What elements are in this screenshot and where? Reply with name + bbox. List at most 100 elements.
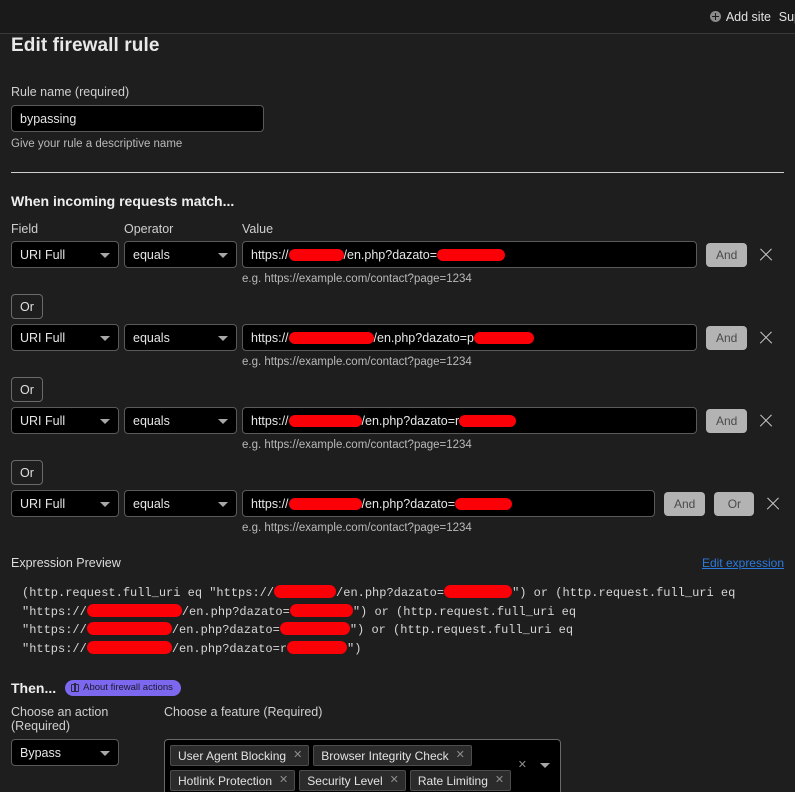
field-select[interactable]: URI Full	[11, 241, 119, 268]
expression-preview-header: Expression Preview Edit expression	[0, 556, 795, 570]
operator-select[interactable]: equals	[124, 490, 237, 517]
operator-select[interactable]: equals	[124, 407, 237, 434]
remove-condition-icon[interactable]	[765, 496, 781, 512]
value-middle: /en.php?dazato=p	[373, 330, 474, 345]
value-helper: e.g. https://example.com/contact?page=12…	[242, 273, 472, 285]
value-input[interactable]: https:// /en.php?dazato=p	[242, 324, 697, 351]
rule-name-helper: Give your rule a descriptive name	[11, 138, 183, 150]
feature-tag[interactable]: Rate Limiting ✕	[409, 770, 512, 791]
action-select[interactable]: Bypass	[11, 739, 119, 766]
operator-select-value: equals	[133, 247, 170, 262]
or-group-button[interactable]: Or	[11, 294, 43, 319]
expression-text: ")	[347, 641, 362, 656]
about-firewall-actions-label: About firewall actions	[83, 682, 173, 693]
value-input-row: https:// /en.php?dazato=r And	[242, 407, 774, 434]
redacted-param	[459, 414, 517, 427]
action-label: Choose an action (Required)	[11, 705, 109, 733]
feature-tag-list: User Agent Blocking ✕ Browser Integrity Ch…	[170, 745, 515, 791]
field-select[interactable]: URI Full	[11, 324, 119, 351]
clear-all-icon[interactable]: ✕	[518, 758, 527, 771]
field-select[interactable]: URI Full	[11, 490, 119, 517]
add-site-button[interactable]: Add site	[709, 10, 771, 24]
remove-tag-icon[interactable]: ✕	[279, 775, 288, 786]
support-label: Sup	[778, 9, 795, 24]
remove-condition-icon[interactable]	[758, 330, 774, 346]
and-button[interactable]: And	[664, 491, 706, 516]
and-button[interactable]: And	[706, 408, 748, 433]
field-select-value: URI Full	[20, 330, 66, 345]
expression-preview-text: (http.request.full_uri eq "https:// /en.p…	[0, 584, 795, 658]
or-group-button[interactable]: Or	[11, 377, 43, 402]
remove-condition-icon[interactable]	[758, 247, 774, 263]
condition-row: URI Full equals https:// /en.php?dazato= And…	[0, 490, 795, 534]
redacted-host	[288, 331, 374, 344]
value-middle: /en.php?dazato=	[343, 247, 438, 262]
then-field-labels: Choose an action (Required) Choose a fea…	[0, 705, 795, 733]
expression-text: "https://	[22, 604, 87, 619]
remove-condition-icon[interactable]	[758, 413, 774, 429]
value-input[interactable]: https:// /en.php?dazato=	[242, 490, 655, 517]
feature-tag-label: User Agent Blocking	[178, 748, 287, 763]
expression-line: "https:// /en.php?dazato= ") or (http.requ…	[22, 603, 795, 622]
expression-text: /en.php?dazato=r	[171, 641, 288, 656]
remove-tag-icon[interactable]: ✕	[495, 775, 504, 786]
feature-tag[interactable]: Browser Integrity Check ✕	[313, 745, 472, 766]
value-prefix: https://	[251, 496, 289, 511]
plus-circle-icon	[709, 11, 721, 22]
expression-text: /en.php?dazato=	[171, 623, 280, 637]
feature-tag[interactable]: User Agent Blocking ✕	[170, 745, 310, 766]
and-button[interactable]: And	[706, 242, 748, 267]
redacted-text	[279, 622, 350, 635]
redacted-text	[86, 622, 172, 635]
field-select[interactable]: URI Full	[11, 407, 119, 434]
expression-text: (http.request.full_uri eq "https://	[22, 586, 275, 600]
rule-name-section: Rule name (required) Give your rule a de…	[0, 85, 795, 150]
expression-text: ") or (http.request.full_uri eq	[349, 623, 574, 637]
feature-tag[interactable]: Hotlink Protection ✕	[170, 770, 296, 791]
feature-tag[interactable]: Security Level ✕	[299, 770, 406, 791]
action-select-value: Bypass	[20, 745, 61, 760]
redacted-text	[86, 640, 172, 654]
chevron-down-icon	[100, 335, 110, 341]
redacted-text	[289, 603, 353, 617]
condition-row: URI Full equals https:// /en.php?dazato= And…	[0, 241, 795, 285]
value-prefix: https://	[251, 413, 289, 428]
field-select-value: URI Full	[20, 413, 66, 428]
remove-tag-icon[interactable]: ✕	[456, 750, 465, 761]
feature-multiselect[interactable]: User Agent Blocking ✕ Browser Integrity Ch…	[164, 739, 561, 792]
remove-tag-icon[interactable]: ✕	[390, 775, 399, 786]
operator-select[interactable]: equals	[124, 324, 237, 351]
condition-row: URI Full equals https:// /en.php?dazato=r An…	[0, 407, 795, 451]
redacted-text	[86, 603, 182, 617]
rule-name-input[interactable]	[11, 105, 264, 132]
edit-expression-link[interactable]: Edit expression	[702, 556, 784, 570]
expression-text: "https://	[22, 623, 87, 637]
expression-preview-title: Expression Preview	[11, 556, 121, 570]
operator-select[interactable]: equals	[124, 241, 237, 268]
feature-tag-label: Rate Limiting	[417, 773, 488, 788]
expression-text: "https://	[22, 641, 87, 656]
and-button[interactable]: And	[706, 325, 748, 350]
about-firewall-actions-badge[interactable]: About firewall actions	[65, 680, 181, 696]
condition-column-headers: Field Operator Value	[0, 222, 795, 236]
rule-name-label: Rule name (required)	[11, 85, 130, 99]
remove-tag-icon[interactable]: ✕	[293, 750, 302, 761]
feature-tag-label: Browser Integrity Check	[321, 748, 449, 763]
condition-row: URI Full equals https:// /en.php?dazato=p An…	[0, 324, 795, 368]
value-input[interactable]: https:// /en.php?dazato=	[242, 241, 697, 268]
section-divider	[11, 172, 784, 173]
redacted-host	[288, 414, 362, 427]
or-group-button[interactable]: Or	[11, 460, 43, 485]
chevron-down-icon[interactable]	[540, 763, 550, 768]
operator-select-value: equals	[133, 330, 170, 345]
page-title: Edit firewall rule	[11, 35, 160, 56]
redacted-host	[288, 497, 362, 510]
expression-text: ") or (http.request.full_uri eq	[352, 604, 577, 619]
value-input[interactable]: https:// /en.php?dazato=r	[242, 407, 697, 434]
redacted-param	[473, 331, 534, 344]
redacted-param	[437, 248, 506, 261]
column-header-field: Field	[11, 222, 39, 236]
support-menu[interactable]: Sup	[779, 10, 795, 24]
or-button[interactable]: Or	[714, 491, 755, 516]
book-icon	[71, 683, 80, 692]
